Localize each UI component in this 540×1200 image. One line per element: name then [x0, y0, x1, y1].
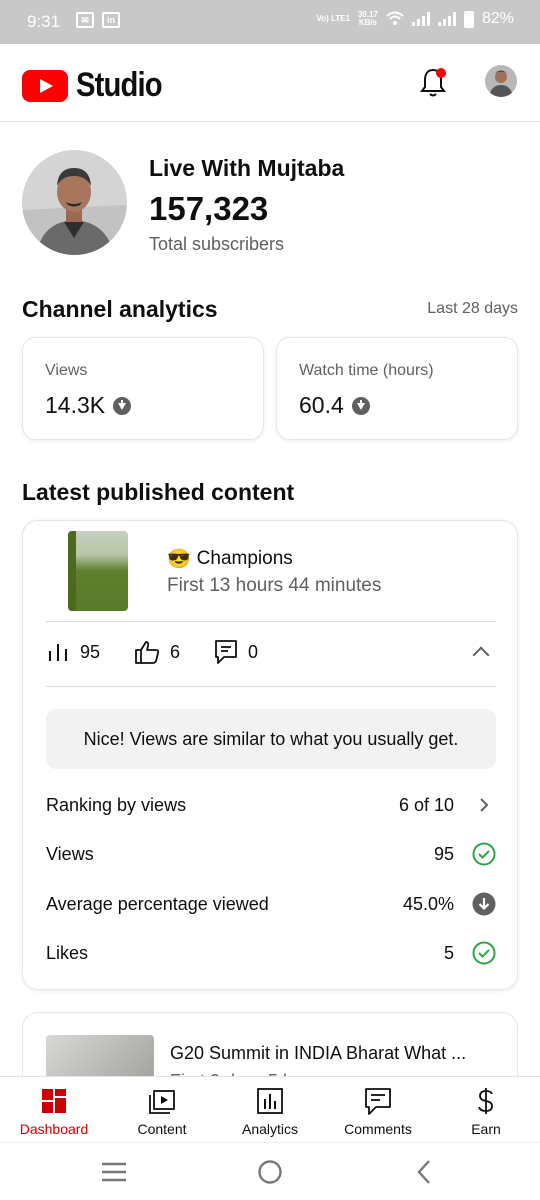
app-header: Studio [0, 44, 540, 122]
nav-comments[interactable]: Comments [324, 1077, 432, 1142]
subscriber-count: 157,323 [149, 190, 269, 227]
thumbs-up-icon [135, 641, 160, 664]
avg-percentage-row: Average percentage viewed 45.0% [46, 890, 496, 920]
latest-content-title: Latest published content [22, 479, 295, 505]
watch-time-metric-card[interactable]: Watch time (hours) 60.4 [276, 337, 518, 440]
analytics-section-title: Channel analytics [22, 296, 218, 322]
status-time: 9:31 [27, 12, 61, 31]
performance-notice: Nice! Views are similar to what you usua… [46, 709, 496, 769]
likes-row: Likes 5 [46, 939, 496, 969]
comment-icon [215, 640, 237, 664]
mail-icon: ✉ [76, 12, 94, 28]
video-thumbnail[interactable] [68, 531, 128, 611]
comments-icon [365, 1088, 391, 1115]
likes-stat: 6 [134, 640, 180, 664]
system-navigation-bar [0, 1142, 540, 1200]
home-icon[interactable] [257, 1159, 283, 1185]
video-stats: 95 6 0 [46, 639, 292, 665]
metric-value: 14.3K [45, 392, 106, 418]
analytics-period: Last 28 days [427, 300, 518, 317]
studio-logo[interactable]: Studio [22, 66, 176, 105]
metric-label: Watch time (hours) [299, 362, 434, 379]
chevron-right-icon [480, 798, 489, 812]
check-circle-icon [472, 941, 496, 965]
channel-avatar [22, 150, 127, 255]
recent-apps-icon[interactable] [100, 1161, 128, 1183]
bottom-navigation: Dashboard Content Analytics Comments Ear… [0, 1076, 540, 1142]
signal-icon-2 [437, 12, 456, 26]
battery-icon [463, 10, 474, 28]
comments-stat: 0 [214, 639, 258, 665]
youtube-logo-icon [22, 69, 68, 102]
network-label: Vo) LTE1 [316, 14, 350, 23]
metric-value: 60.4 [299, 392, 344, 418]
signal-icon [411, 12, 430, 26]
battery-percent: 82% [481, 10, 514, 27]
ranking-row[interactable]: Ranking by views 6 of 10 [46, 791, 496, 821]
network-speed: 39.17 KB/s [357, 10, 378, 27]
trend-down-icon [113, 396, 132, 415]
metric-label: Views [45, 362, 88, 379]
nav-analytics[interactable]: Analytics [216, 1077, 324, 1142]
views-stat: 95 [46, 641, 100, 663]
nav-earn[interactable]: Earn [432, 1077, 540, 1142]
video-title[interactable]: G20 Summit in INDIA Bharat What ... [170, 1043, 466, 1064]
sunglasses-emoji-icon: 😎 [167, 549, 191, 570]
dashboard-icon [42, 1089, 66, 1113]
analytics-icon [257, 1088, 283, 1114]
video-period: First 13 hours 44 minutes [167, 575, 382, 596]
nav-content[interactable]: Content [108, 1077, 216, 1142]
linkedin-icon: in [102, 12, 120, 28]
subscriber-label: Total subscribers [149, 234, 285, 254]
back-icon[interactable] [414, 1159, 434, 1185]
video-title[interactable]: 😎 Champions [167, 547, 293, 571]
down-arrow-circle-icon [472, 892, 496, 916]
views-row: Views 95 [46, 840, 496, 870]
views-metric-card[interactable]: Views 14.3K [22, 337, 264, 440]
bar-chart-icon [49, 644, 67, 661]
notification-dot [436, 68, 446, 78]
divider [46, 686, 496, 687]
check-circle-icon [472, 842, 496, 866]
divider [46, 621, 496, 622]
nav-dashboard[interactable]: Dashboard [0, 1077, 108, 1142]
account-avatar[interactable] [485, 65, 517, 97]
dollar-icon [478, 1088, 493, 1114]
channel-name: Live With Mujtaba [149, 155, 345, 181]
collapse-chevron-icon[interactable] [472, 646, 490, 664]
wifi-icon [386, 11, 404, 25]
trend-down-icon [351, 396, 370, 415]
logo-text: Studio [76, 66, 163, 104]
status-bar: 9:31 ✉ in Vo) LTE1 39.17 KB/s 82% [0, 0, 540, 44]
latest-video-card: 😎 Champions First 13 hours 44 minutes 95… [22, 520, 518, 990]
content-icon [149, 1090, 175, 1114]
